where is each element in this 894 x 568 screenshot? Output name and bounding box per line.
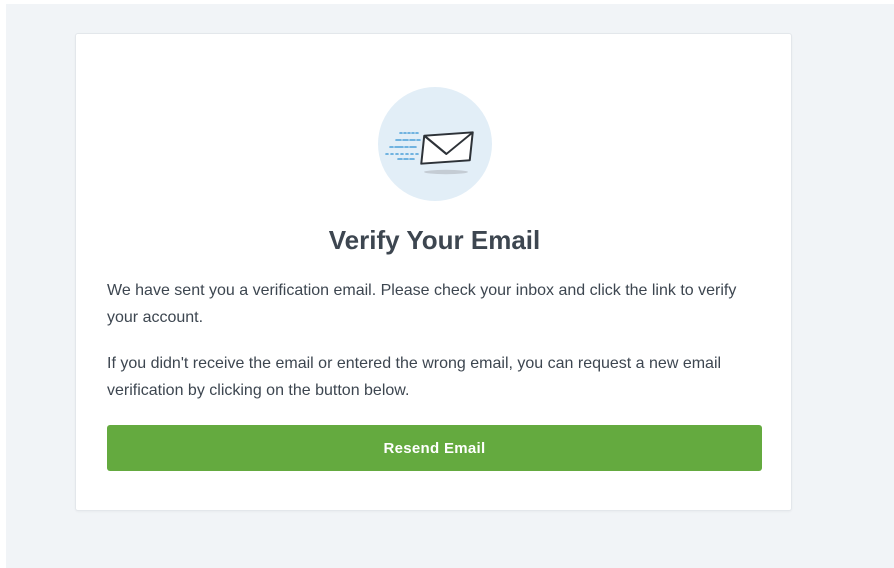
resend-help-text: If you didn't receive the email or enter… — [107, 355, 722, 399]
verification-sent-message: We have sent you a verification email. P… — [107, 282, 737, 326]
resend-email-button[interactable]: Resend Email — [107, 425, 762, 471]
verify-email-card: Verify Your Email We have sent you a ver… — [75, 33, 792, 511]
page-title: Verify Your Email — [328, 225, 541, 255]
sent-email-icon — [378, 87, 492, 201]
